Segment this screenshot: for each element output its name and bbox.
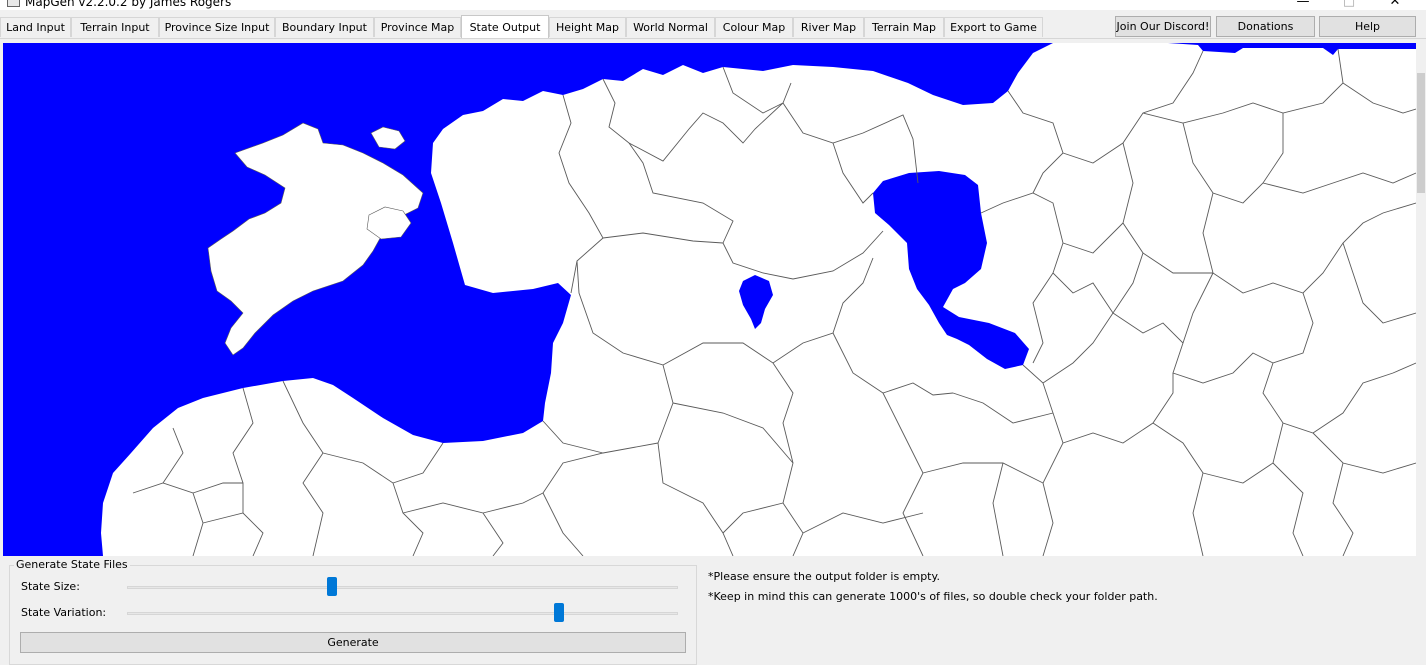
state-variation-handle[interactable] — [554, 603, 565, 622]
tab-terrain-map[interactable]: Terrain Map — [864, 17, 944, 37]
join-discord-button[interactable]: Join Our Discord! — [1115, 16, 1211, 37]
tab-boundary-input[interactable]: Boundary Input — [275, 17, 374, 37]
tab-world-normal[interactable]: World Normal — [626, 17, 715, 37]
group-title: Generate State Files — [14, 558, 130, 572]
tab-height-map[interactable]: Height Map — [549, 17, 626, 37]
state-map-svg — [3, 43, 1416, 556]
state-variation-track — [127, 612, 678, 615]
minimize-icon[interactable]: — — [1288, 0, 1318, 10]
window-title: MapGen v2.2.0.2 by James Rogers — [25, 0, 232, 9]
title-bar: MapGen v2.2.0.2 by James Rogers — □ ✕ — [0, 0, 1426, 10]
state-size-track — [127, 586, 678, 589]
tab-export-to-game[interactable]: Export to Game — [944, 17, 1043, 37]
close-icon[interactable]: ✕ — [1380, 0, 1410, 10]
state-variation-slider[interactable] — [127, 603, 678, 623]
state-map[interactable] — [3, 43, 1416, 556]
state-size-slider[interactable] — [127, 577, 678, 597]
donations-button[interactable]: Donations — [1216, 16, 1315, 37]
map-vertical-scrollbar[interactable] — [1416, 43, 1426, 556]
app-icon — [7, 0, 20, 7]
state-size-label: State Size: — [21, 580, 80, 593]
help-button[interactable]: Help — [1319, 16, 1416, 37]
note-empty-folder: *Please ensure the output folder is empt… — [708, 570, 940, 583]
tab-province-map[interactable]: Province Map — [374, 17, 461, 37]
tab-state-output[interactable]: State Output — [461, 15, 549, 38]
scrollbar-thumb[interactable] — [1417, 73, 1425, 193]
tab-province-size-input[interactable]: Province Size Input — [159, 17, 275, 37]
tab-river-map[interactable]: River Map — [793, 17, 864, 37]
tab-land-input[interactable]: Land Input — [0, 17, 71, 37]
maximize-icon[interactable]: □ — [1334, 0, 1364, 10]
tab-bar: Land Input Terrain Input Province Size I… — [0, 15, 1426, 39]
state-size-handle[interactable] — [327, 577, 338, 596]
tab-terrain-input[interactable]: Terrain Input — [71, 17, 159, 37]
generate-button[interactable]: Generate — [20, 632, 686, 653]
tab-colour-map[interactable]: Colour Map — [715, 17, 793, 37]
state-variation-label: State Variation: — [21, 606, 107, 619]
note-file-count: *Keep in mind this can generate 1000's o… — [708, 590, 1158, 603]
